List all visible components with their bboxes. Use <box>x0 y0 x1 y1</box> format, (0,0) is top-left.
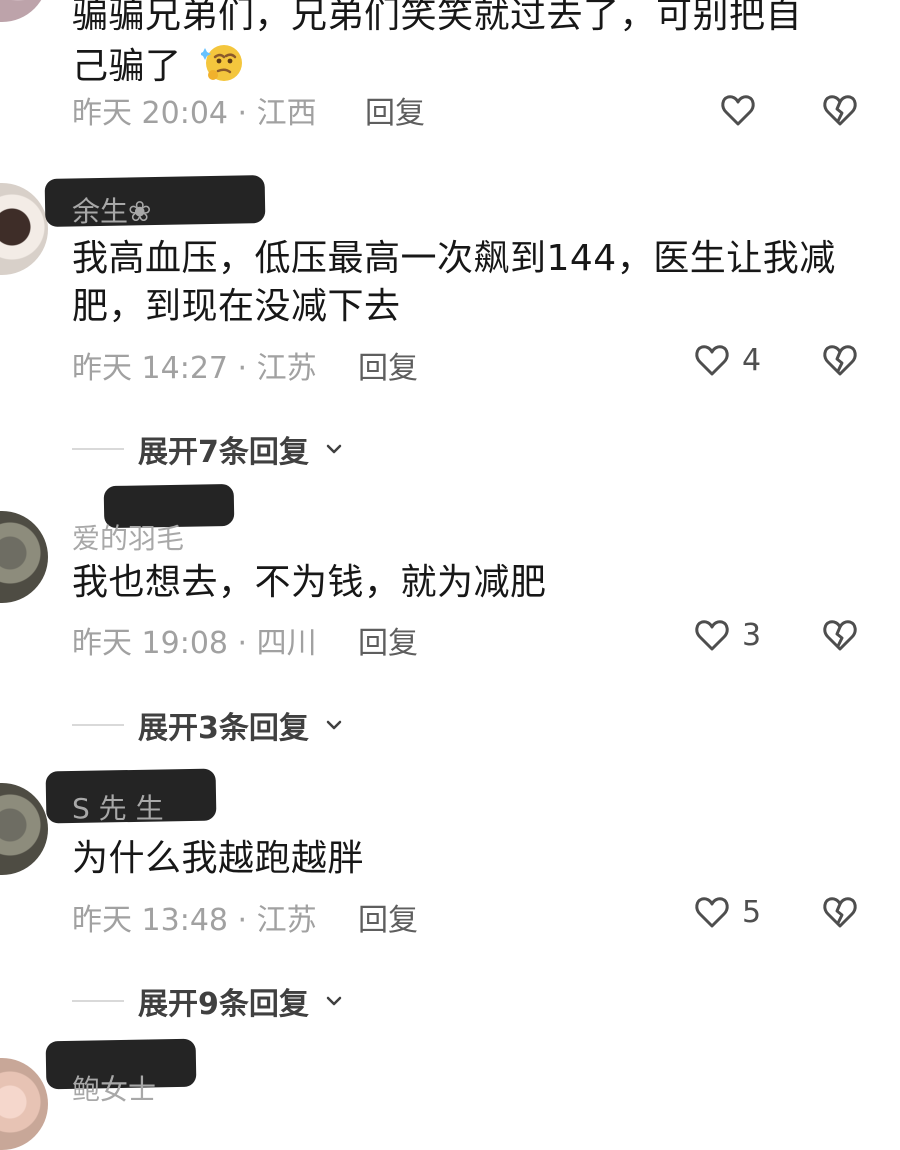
broken-heart-icon[interactable] <box>820 892 860 932</box>
heart-icon <box>695 897 729 928</box>
chevron-down-icon <box>326 444 342 454</box>
expand-replies-button[interactable]: 展开7条回复 <box>72 427 343 471</box>
comment-text-line: 为什么我越跑越胖 <box>72 838 365 879</box>
like-count: 4 <box>742 342 762 378</box>
expand-label: 展开9条回复 <box>138 987 309 1022</box>
broken-heart-icon[interactable] <box>820 90 860 130</box>
chevron-down-icon <box>326 720 342 730</box>
username[interactable]: S 先 生 <box>72 787 164 827</box>
reply-button[interactable]: 回复 <box>358 895 418 939</box>
thinking-face-icon <box>201 45 243 81</box>
comment-item: 余生❀ 我高血压，低压最高一次飙到144，医生让我减 肥，到现在没减下去 昨天 … <box>0 175 900 470</box>
broken-heart-icon[interactable] <box>820 615 860 655</box>
username[interactable]: 爱的羽毛 <box>72 517 184 557</box>
comment-text-fragment: 己骗了 <box>72 46 182 87</box>
reply-button[interactable]: 回复 <box>358 618 418 662</box>
divider <box>72 1000 124 1002</box>
heart-icon <box>695 345 729 376</box>
comment-item: 骗骗兄弟们，兄弟们笑笑就过去了，可别把自 己骗了 昨天 20:04 · 江西 回… <box>0 0 900 150</box>
comment-text: 我也想去，不为钱，就为减肥 <box>72 559 862 607</box>
comment-meta: 昨天 14:27 · 江苏 <box>72 351 317 386</box>
like-button[interactable]: 5 <box>692 892 761 932</box>
expand-label: 展开7条回复 <box>138 435 309 470</box>
comment-meta: 昨天 13:48 · 江苏 <box>72 903 317 938</box>
expand-replies-button[interactable]: 展开9条回复 <box>72 979 343 1023</box>
chevron-down-icon <box>326 996 342 1006</box>
like-button[interactable]: 3 <box>692 615 761 655</box>
like-button[interactable] <box>718 90 758 130</box>
comment-item: S 先 生 为什么我越跑越胖 昨天 13:48 · 江苏 回复 5 展开9条回复 <box>0 765 900 1022</box>
comment-text-line: 己骗了 <box>72 40 862 91</box>
username[interactable]: 余生❀ <box>72 190 151 230</box>
comment-text-line: 骗骗兄弟们，兄弟们笑笑就过去了，可别把自 <box>72 0 803 36</box>
comment-text: 我高血压，低压最高一次飙到144，医生让我减 肥，到现在没减下去 <box>72 235 862 331</box>
heart-icon <box>721 95 755 126</box>
expand-label: 展开3条回复 <box>138 711 309 746</box>
comment-meta: 昨天 19:08 · 四川 <box>72 626 317 661</box>
comment-item: 爱的羽毛 我也想去，不为钱，就为减肥 昨天 19:08 · 四川 回复 3 展开… <box>0 483 900 746</box>
like-count: 3 <box>742 617 762 653</box>
comment-meta: 昨天 20:04 · 江西 <box>72 96 317 131</box>
avatar[interactable] <box>0 783 48 875</box>
divider <box>72 448 124 450</box>
comment-text-line: 肥，到现在没减下去 <box>72 286 401 327</box>
expand-replies-button[interactable]: 展开3条回复 <box>72 703 343 747</box>
comment-text: 骗骗兄弟们，兄弟们笑笑就过去了，可别把自 己骗了 <box>72 0 862 91</box>
comment-text-line: 我高血压，低压最高一次飙到144，医生让我减 <box>72 238 836 279</box>
comment-text-line: 我也想去，不为钱，就为减肥 <box>72 562 547 603</box>
username[interactable]: 鲍女士 <box>72 1068 156 1108</box>
avatar[interactable] <box>0 0 48 22</box>
reply-button[interactable]: 回复 <box>365 88 425 132</box>
like-count: 5 <box>742 894 762 930</box>
avatar[interactable] <box>0 1058 48 1150</box>
divider <box>72 724 124 726</box>
comment-text: 为什么我越跑越胖 <box>72 835 862 883</box>
like-button[interactable]: 4 <box>692 340 761 380</box>
comment-item: 鲍女士 <box>0 1038 900 1150</box>
avatar[interactable] <box>0 183 48 275</box>
reply-button[interactable]: 回复 <box>358 343 418 387</box>
heart-icon <box>695 620 729 651</box>
broken-heart-icon[interactable] <box>820 340 860 380</box>
avatar[interactable] <box>0 511 48 603</box>
